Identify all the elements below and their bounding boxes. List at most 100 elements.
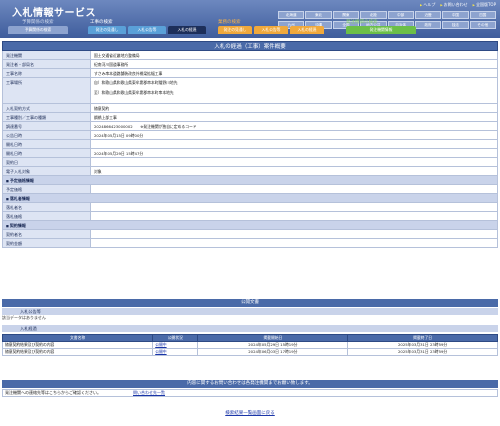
row-label: 落札価格 <box>3 212 91 220</box>
row-value <box>91 230 497 238</box>
app-title: 入札情報サービス <box>12 8 96 19</box>
row-value: 自）和歌山県和歌山県東牟婁郡串本町鬮野川地先 至）和歌山県和歌山県東牟婁郡串本町串… <box>91 78 497 103</box>
row-label: 公告日時 <box>3 131 91 139</box>
region-tab[interactable]: 中部 <box>387 11 414 19</box>
region-tab[interactable]: 近畿 <box>414 11 442 19</box>
row-estimated-price: 予定価格 <box>2 185 498 194</box>
contact-row: 発注機関への連絡先等はこちらからご確認ください。 問い合わせ先一覧 <box>2 389 498 397</box>
documents-heading: 公開文書 <box>2 299 498 307</box>
gyomu-notice-button[interactable]: 入札公告等 <box>254 26 288 34</box>
row-label: 開札日時 <box>3 149 91 157</box>
row-label: 工事種別／工事の種類 <box>3 113 91 121</box>
row-label: 発注機関 <box>3 51 91 59</box>
section-label: 契約情報 <box>3 221 497 229</box>
region-tab[interactable]: 独法 <box>442 21 469 29</box>
row-work-name: 工事名称 すさみ串本道路舗装改良外橋梁拡幅工事 <box>2 69 498 78</box>
region-tab[interactable]: 北海道 <box>278 11 305 19</box>
col-doc-name: 文書名称 <box>1 334 154 342</box>
nav-kouji-buttons: 発注の見通し 入札公告等 入札の経過 <box>88 26 206 34</box>
section-label: 落札者情報 <box>3 194 497 202</box>
row-value: 随意契約 <box>94 106 110 111</box>
table-row: 随意契約結果及び契約の内容 公開中 2024年06月03日 17時19分 202… <box>1 348 498 356</box>
row-value <box>91 158 497 166</box>
row-label: 工事場所 <box>3 78 91 103</box>
doc-status-link[interactable]: 公開中 <box>152 341 199 349</box>
row-opening-date-2: 開札日時 2024年05月29日 15時47分 <box>2 149 498 158</box>
row-label: 契約日 <box>3 158 91 166</box>
gyomu-outlook-button[interactable]: 発注の見通し <box>218 26 252 34</box>
documents-table: 文書名称 公開状況 掲載開始日 掲載終了日 随意契約結果及び契約の内容 公開中 … <box>1 334 498 356</box>
row-value <box>91 239 497 247</box>
row-label: 調達番号 <box>3 122 91 130</box>
row-value: 対象 <box>94 169 102 174</box>
kouji-progress-button[interactable]: 入札の経過 <box>168 26 206 34</box>
row-label: 予定価格 <box>3 185 91 193</box>
ppi-search-button[interactable]: 予算関係の検索 <box>8 26 68 34</box>
gyomu-progress-button[interactable]: 入札の経過 <box>290 26 324 34</box>
section-winner: 落札者情報 <box>2 194 498 203</box>
progress-subheading: 入札経過 <box>2 325 498 332</box>
contact-link[interactable]: お問い合わせ <box>440 2 468 8</box>
region-tab[interactable]: 東北 <box>305 11 332 19</box>
national-top-link[interactable]: 全国版TOP <box>473 2 496 8</box>
region-tab[interactable]: 中国 <box>442 11 469 19</box>
row-winning-price: 落札価格 <box>2 212 498 221</box>
row-value <box>91 203 497 211</box>
region-tab[interactable]: 四国 <box>469 11 496 19</box>
doc-start: 2024年05月29日 15時19分 <box>197 341 349 349</box>
row-contract-date: 契約日 <box>2 158 498 167</box>
row-value <box>91 212 497 220</box>
location-to: 至）和歌山県和歌山県東牟婁郡串本町串本地先 <box>94 90 174 95</box>
kouji-outlook-button[interactable]: 発注の見通し <box>88 26 126 34</box>
kouji-notice-button[interactable]: 入札公告等 <box>128 26 166 34</box>
notice-empty-text: 該当データはありません <box>2 315 46 320</box>
contact-heading: 内容に関するお問い合わせは各発注機関までお願い致します。 <box>2 380 498 388</box>
nav-kouji-label: 工事の検索 <box>90 20 113 25</box>
doc-end: 2025年03月31日 23時59分 <box>347 348 498 356</box>
location-from: 自）和歌山県和歌山県東牟婁郡串本町鬮野川地先 <box>94 80 178 85</box>
row-label: 工事名称 <box>3 69 91 77</box>
contact-label: 発注機関への連絡先等はこちらからご確認ください。 <box>5 390 101 395</box>
agency-info-button[interactable]: 発注機関情報 <box>346 26 416 34</box>
back-to-results-link[interactable]: 検索結果一覧画面に戻る <box>0 410 500 416</box>
nav-gyomu-buttons: 発注の見通し 入札公告等 入札の経過 <box>218 26 324 34</box>
section-label: 予定価格情報 <box>3 176 497 184</box>
row-label: 契約者名 <box>3 230 91 238</box>
col-start: 掲載開始日 <box>197 334 349 342</box>
row-contractor-name: 契約者名 <box>2 230 498 239</box>
nav-ppi-buttons: 予算関係の検索 <box>8 26 68 34</box>
section-contract: 契約情報 <box>2 221 498 230</box>
row-value: 2024866423000002 ※発注機関が独自に定めるコード <box>94 124 197 129</box>
doc-status-link[interactable]: 公開中 <box>152 348 199 356</box>
row-label: 落札者名 <box>3 203 91 211</box>
row-label: 発注者・部局名 <box>3 60 91 68</box>
section-estimated-price: 予定価格情報 <box>2 176 498 185</box>
top-links: ヘルプ お問い合わせ 全国版TOP <box>420 2 496 8</box>
region-tabs-row1: 北海道 東北 関東 北陸 中部 近畿 中国 四国 <box>278 11 496 19</box>
row-opening-date: 開札日時 <box>2 140 498 149</box>
doc-name: 随意契約結果及び契約の内容 <box>1 348 154 356</box>
row-label: 契約金額 <box>3 239 91 247</box>
row-work-type: 工事種別／工事の種類 鋼橋上部工事 <box>2 113 498 122</box>
header-bar: 入札情報サービス ヘルプ お問い合わせ 全国版TOP 北海道 東北 関東 北陸 … <box>0 0 500 38</box>
row-winner-name: 落札者名 <box>2 203 498 212</box>
nav-ppi-label: 予算関係の検索 <box>22 20 54 25</box>
notice-subheading: 入札公告等 <box>2 308 498 315</box>
doc-start: 2024年06月03日 17時19分 <box>197 348 349 356</box>
row-label: 電子入札対象 <box>3 167 91 175</box>
case-heading: 入札の経過（工事）案件概要 <box>2 41 498 51</box>
help-link[interactable]: ヘルプ <box>420 2 435 8</box>
row-agency: 発注機関 国土交通省近畿地方整備局 <box>2 51 498 60</box>
doc-name: 随意契約結果及び契約の内容 <box>1 341 154 349</box>
row-label: 入札契約方式 <box>3 104 91 112</box>
row-value <box>91 185 497 193</box>
region-tab[interactable]: 北陸 <box>360 11 387 19</box>
doc-end: 2025年03月31日 23時59分 <box>347 341 498 349</box>
contact-list-link[interactable]: 問い合わせ先一覧 <box>133 390 165 396</box>
row-contract-method: 入札契約方式 随意契約 <box>2 104 498 113</box>
region-tab[interactable]: 関東 <box>332 11 360 19</box>
region-tab[interactable]: その他 <box>469 21 496 29</box>
row-e-bidding: 電子入札対象 対象 <box>2 167 498 176</box>
row-office: 発注者・部局名 紀南河川国道事務所 <box>2 60 498 69</box>
region-tab[interactable]: 政府 <box>414 21 442 29</box>
